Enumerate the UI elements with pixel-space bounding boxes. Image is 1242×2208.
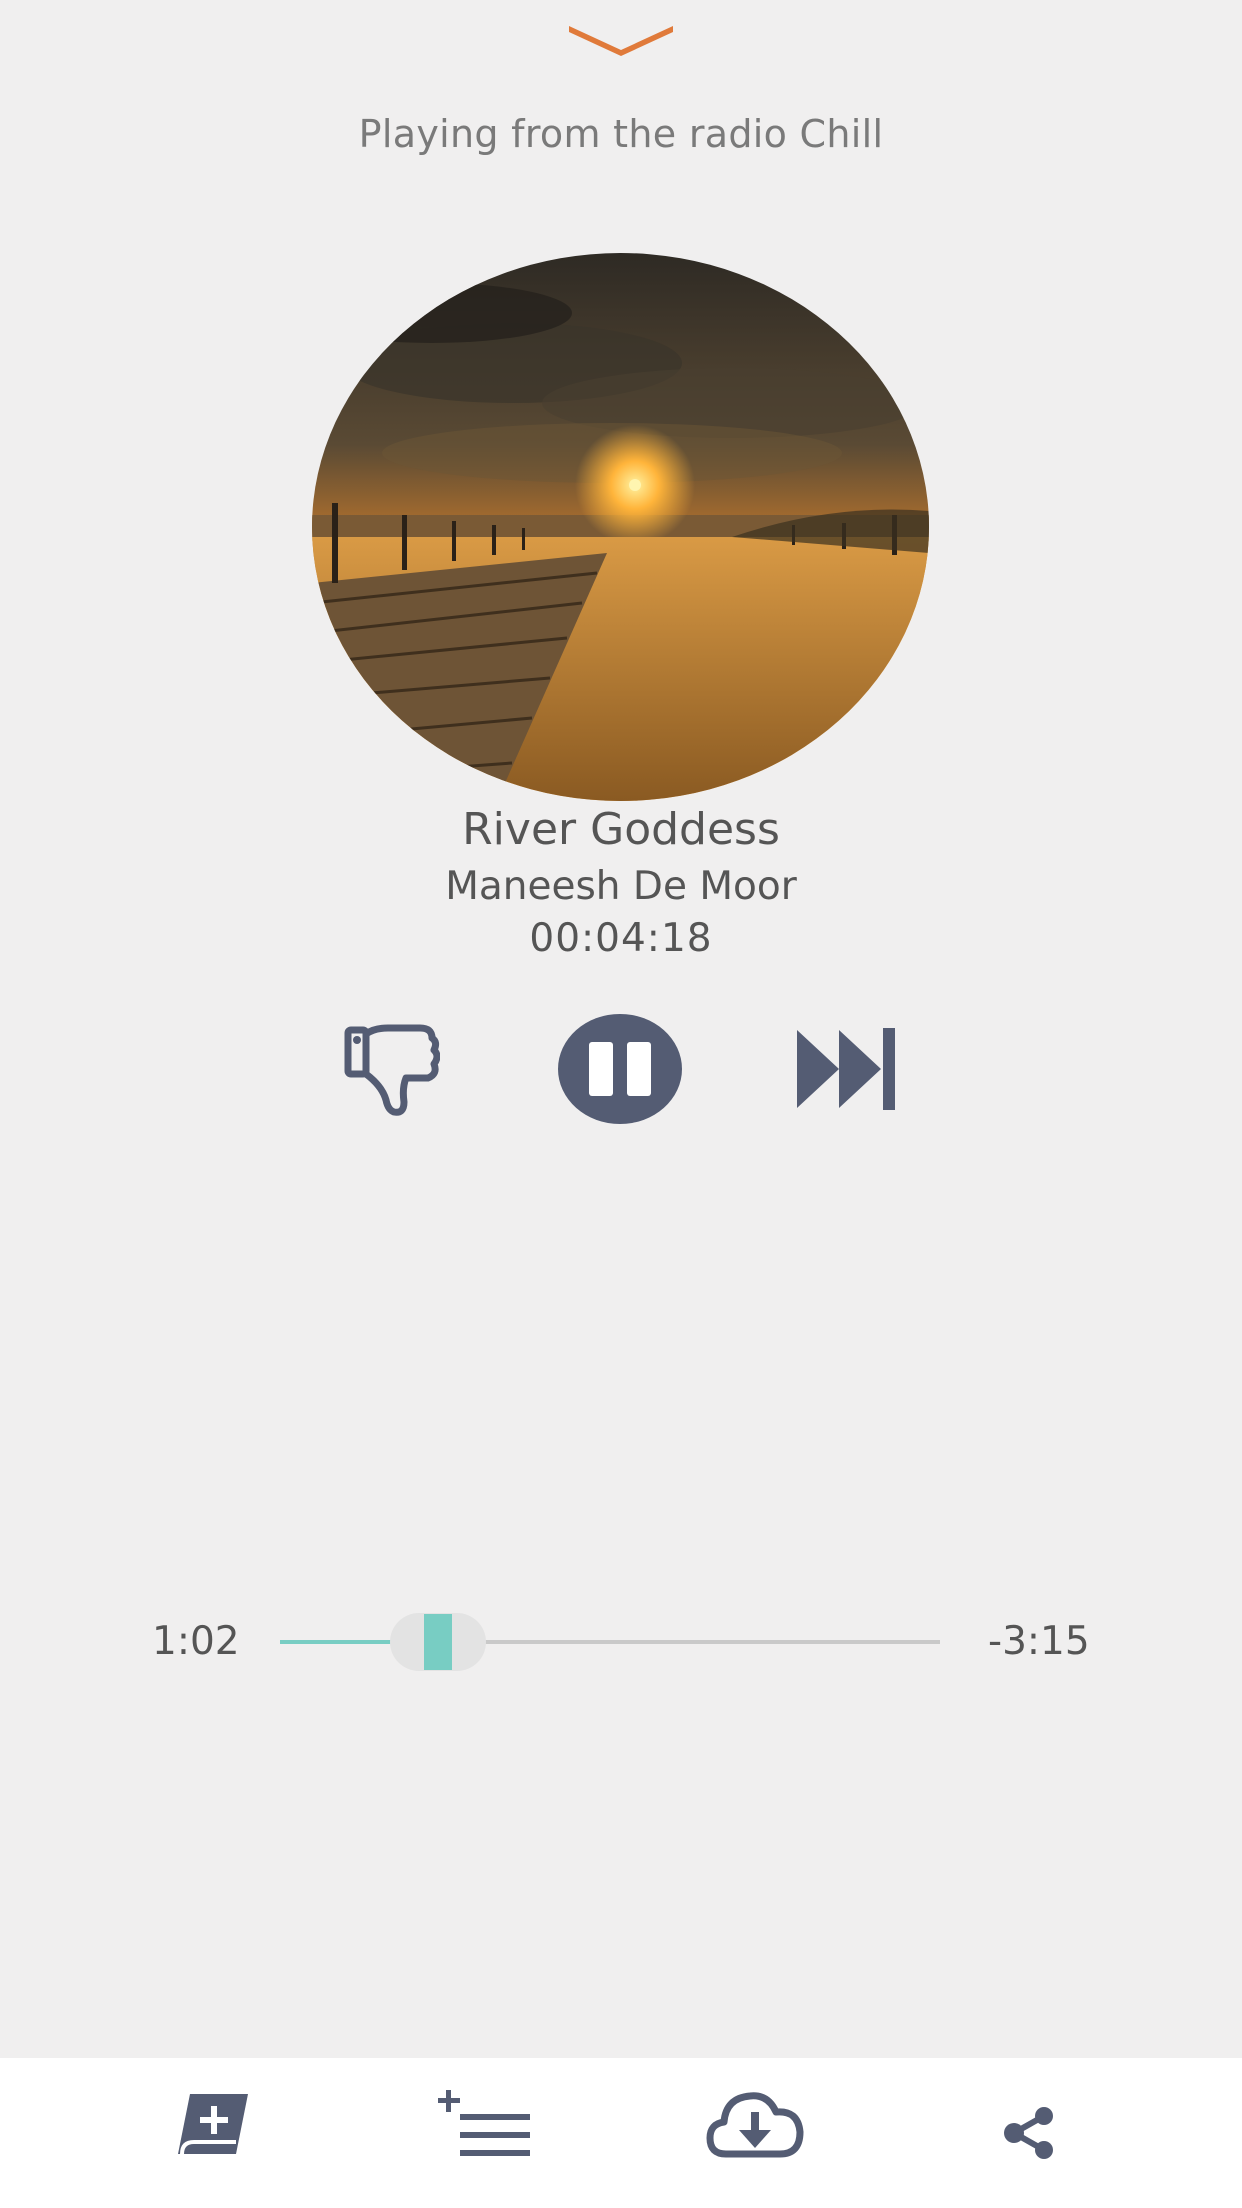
skip-next-icon — [797, 1028, 895, 1110]
share-button[interactable] — [1002, 2106, 1056, 2160]
dislike-button[interactable] — [344, 1024, 441, 1118]
elapsed-time: 1:02 — [152, 1619, 240, 1664]
collapse-button[interactable] — [565, 20, 677, 60]
add-to-library-button[interactable] — [176, 2090, 252, 2158]
seek-handle[interactable] — [424, 1614, 453, 1670]
chevron-down-icon — [569, 26, 673, 56]
add-to-library-icon — [178, 2094, 248, 2155]
next-track-button[interactable] — [793, 1026, 901, 1112]
cloud-download-icon — [706, 2092, 804, 2158]
add-to-queue-button[interactable] — [438, 2090, 534, 2160]
pause-button[interactable] — [556, 1012, 684, 1126]
track-title: River Goddess — [462, 804, 780, 855]
playing-from-label: Playing from the radio Chill — [358, 112, 884, 156]
album-artwork — [312, 253, 929, 801]
track-duration: 00:04:18 — [529, 916, 713, 961]
add-to-queue-icon — [438, 2090, 530, 2156]
track-artist: Maneesh De Moor — [445, 864, 797, 909]
share-icon — [1004, 2107, 1053, 2159]
download-button[interactable] — [706, 2090, 804, 2162]
remaining-time: -3:15 — [988, 1619, 1090, 1664]
thumbs-down-icon — [344, 1024, 441, 1116]
seek-bar[interactable] — [280, 1610, 940, 1672]
pause-icon — [558, 1014, 682, 1124]
